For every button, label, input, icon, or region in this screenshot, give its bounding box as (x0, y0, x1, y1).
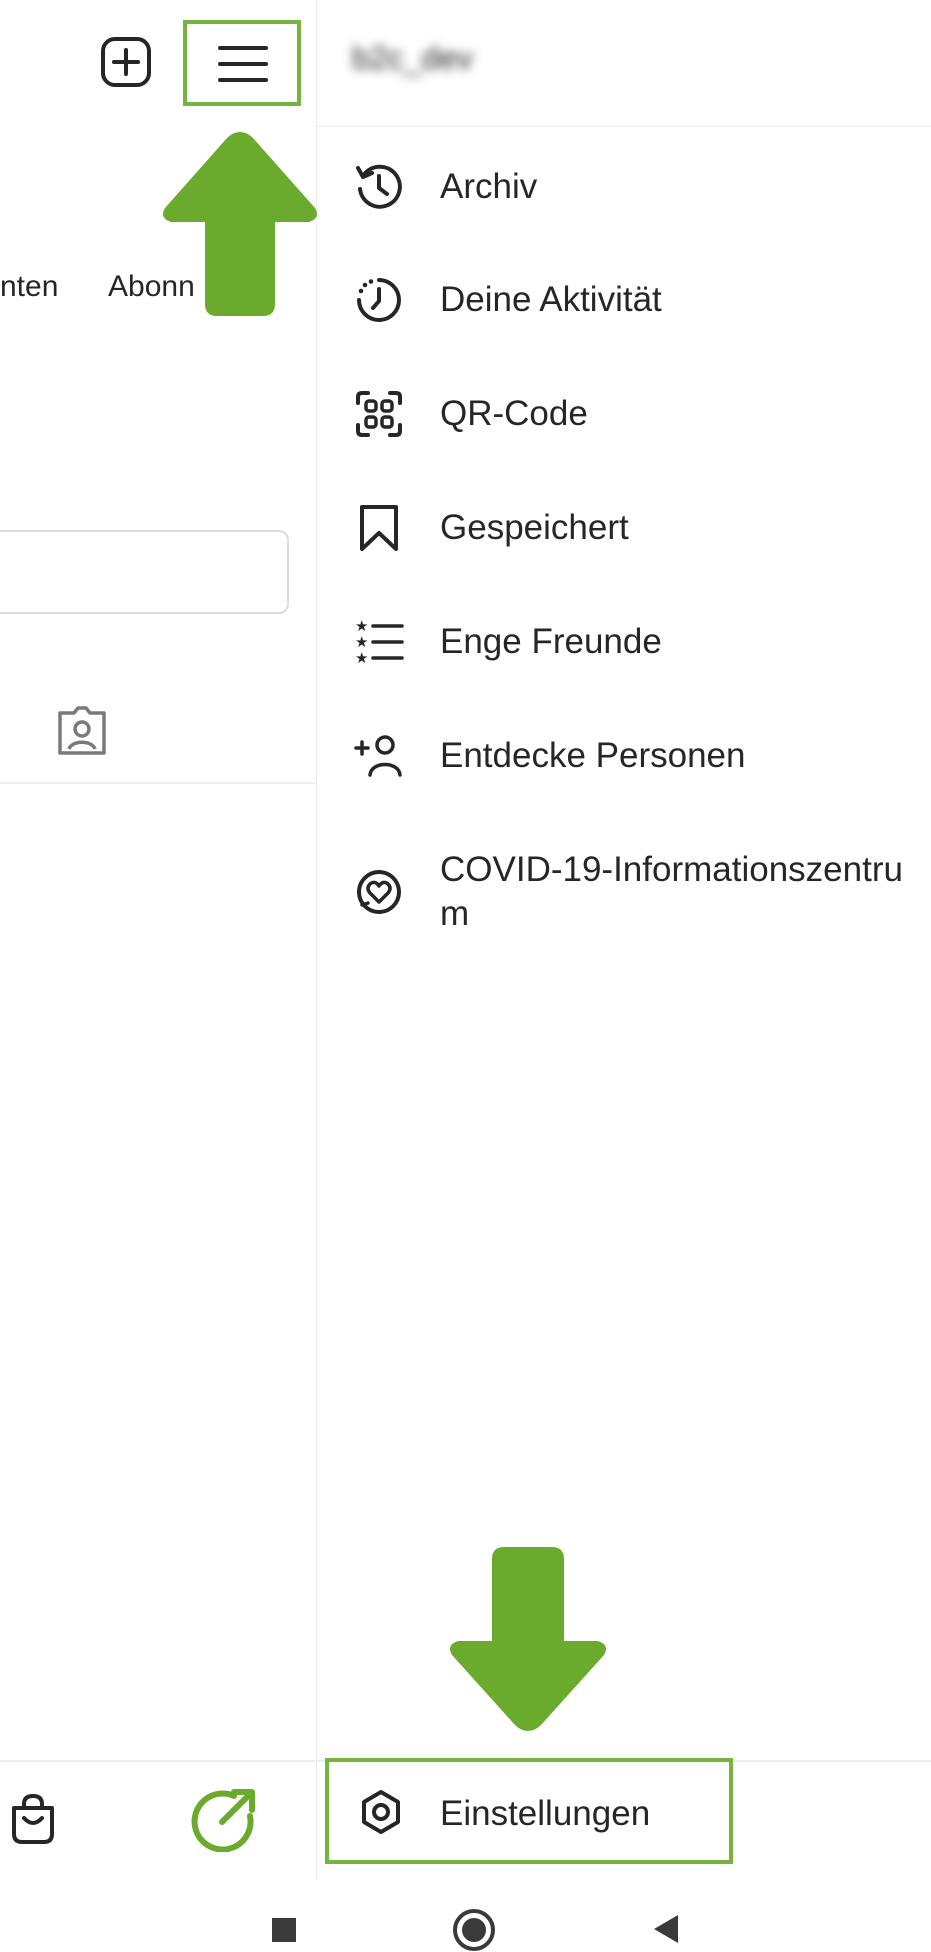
menu-item-label: Archiv (440, 167, 538, 206)
menu-item-label: Gespeichert (440, 508, 629, 547)
back-icon[interactable] (650, 1913, 682, 1945)
annotation-arrow-up-icon (163, 132, 317, 316)
plus-square-icon[interactable] (100, 36, 152, 88)
hamburger-menu-icon (218, 46, 268, 82)
shopping-bag-icon[interactable] (8, 1792, 58, 1846)
gear-icon (362, 1790, 400, 1834)
system-navigation-bar (0, 1880, 931, 1951)
menu-item-entdecke-personen[interactable]: Entdecke Personen (317, 711, 931, 801)
archive-history-icon (356, 164, 402, 209)
menu-item-enge-freunde[interactable]: ★ ★ ★ Enge Freunde (317, 597, 931, 687)
menu-button[interactable] (183, 20, 301, 106)
activity-clock-icon (357, 278, 401, 322)
menu-item-label: Deine Aktivität (440, 280, 662, 319)
bookmark-icon (360, 505, 398, 551)
menu-item-qr-code[interactable]: QR-Code (317, 369, 931, 459)
close-friends-list-icon: ★ ★ ★ (355, 617, 404, 667)
menu-item-gespeichert[interactable]: Gespeichert (317, 483, 931, 573)
menu-item-label: COVID-19-Informationszentrum (440, 850, 903, 933)
tagged-tab-icon[interactable] (54, 705, 110, 757)
menu-item-label: QR-Code (440, 394, 588, 433)
recent-apps-icon[interactable] (272, 1918, 296, 1942)
profile-arrow-icon[interactable] (190, 1786, 260, 1852)
add-person-icon (354, 735, 402, 777)
covid-info-heart-icon (357, 870, 401, 914)
qr-code-icon (356, 391, 402, 437)
username-blurred: b2c_dev (352, 40, 473, 76)
annotation-arrow-down-icon (450, 1547, 606, 1731)
home-icon[interactable] (452, 1908, 496, 1952)
menu-item-label: Enge Freunde (440, 622, 662, 661)
settings-button[interactable]: Einstellungen (325, 1758, 733, 1864)
tab-divider (0, 782, 316, 784)
settings-label: Einstellungen (440, 1794, 651, 1833)
menu-item-label: Entdecke Personen (440, 736, 746, 775)
svg-text:★: ★ (355, 649, 368, 667)
menu-item-deine-aktivitaet[interactable]: Deine Aktivität (317, 255, 931, 345)
edit-profile-button[interactable] (0, 530, 289, 614)
menu-item-covid-19[interactable]: COVID-19-Informationszentrum (317, 842, 931, 942)
menu-item-archiv[interactable]: Archiv (317, 142, 931, 232)
stat-label-followers: nten (0, 270, 59, 303)
